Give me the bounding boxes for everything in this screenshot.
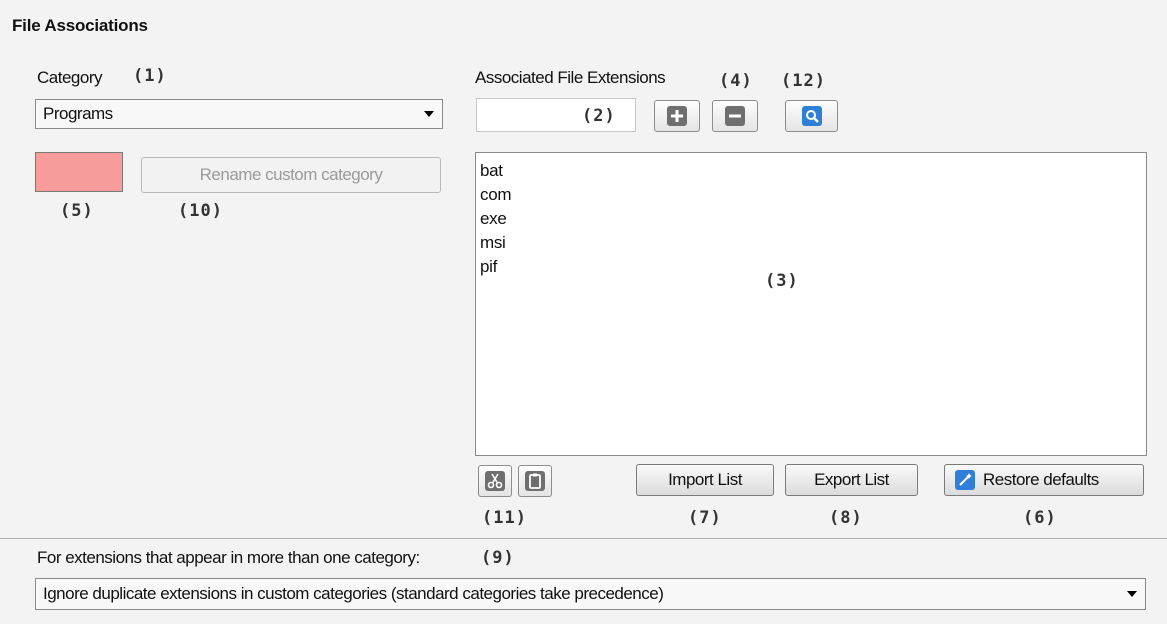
restore-defaults-label: Restore defaults xyxy=(983,470,1099,489)
category-label: Category xyxy=(37,68,102,87)
callout-11: (11) xyxy=(482,508,527,528)
list-item[interactable]: msi xyxy=(480,231,1142,255)
callout-10: (10) xyxy=(178,201,223,221)
callout-4: (4) xyxy=(719,71,753,91)
callout-9: (9) xyxy=(481,548,515,568)
search-icon xyxy=(801,106,822,126)
remove-extension-button[interactable] xyxy=(712,100,758,132)
duplicates-dropdown[interactable]: Ignore duplicate extensions in custom ca… xyxy=(35,578,1146,610)
chevron-down-icon xyxy=(424,111,434,117)
category-color-swatch[interactable] xyxy=(35,152,123,192)
list-item[interactable]: com xyxy=(480,183,1142,207)
magic-wand-icon xyxy=(955,470,975,490)
callout-7: (7) xyxy=(688,508,722,528)
callout-8: (8) xyxy=(829,508,863,528)
list-item[interactable]: bat xyxy=(480,159,1142,183)
chevron-down-icon xyxy=(1127,591,1137,597)
callout-1: (1) xyxy=(133,66,167,86)
section-title: File Associations xyxy=(12,16,148,35)
duplicates-label: For extensions that appear in more than … xyxy=(37,548,420,567)
restore-defaults-button[interactable]: Restore defaults xyxy=(944,464,1144,496)
add-extension-button[interactable] xyxy=(654,100,700,132)
rename-category-button[interactable]: Rename custom category xyxy=(141,157,441,193)
callout-5: (5) xyxy=(60,201,94,221)
extensions-list[interactable]: bat com exe msi pif xyxy=(475,152,1147,456)
category-dropdown-value: Programs xyxy=(43,104,113,123)
extensions-label: Associated File Extensions xyxy=(475,68,666,87)
callout-2: (2) xyxy=(582,106,616,126)
paste-button[interactable] xyxy=(518,465,552,497)
import-list-button[interactable]: Import List xyxy=(636,464,774,496)
clipboard-icon xyxy=(525,471,545,491)
search-extension-button[interactable] xyxy=(785,100,838,132)
category-dropdown[interactable]: Programs xyxy=(35,99,443,129)
callout-12: (12) xyxy=(781,71,826,91)
plus-icon xyxy=(667,106,687,126)
section-divider xyxy=(0,538,1167,539)
callout-6: (6) xyxy=(1023,508,1057,528)
duplicates-dropdown-value: Ignore duplicate extensions in custom ca… xyxy=(43,584,664,603)
scissors-icon xyxy=(485,471,505,491)
export-list-button[interactable]: Export List xyxy=(785,464,918,496)
list-item[interactable]: pif xyxy=(480,255,1142,279)
callout-3: (3) xyxy=(765,271,799,291)
list-item[interactable]: exe xyxy=(480,207,1142,231)
minus-icon xyxy=(725,106,745,126)
cut-button[interactable] xyxy=(478,465,512,497)
